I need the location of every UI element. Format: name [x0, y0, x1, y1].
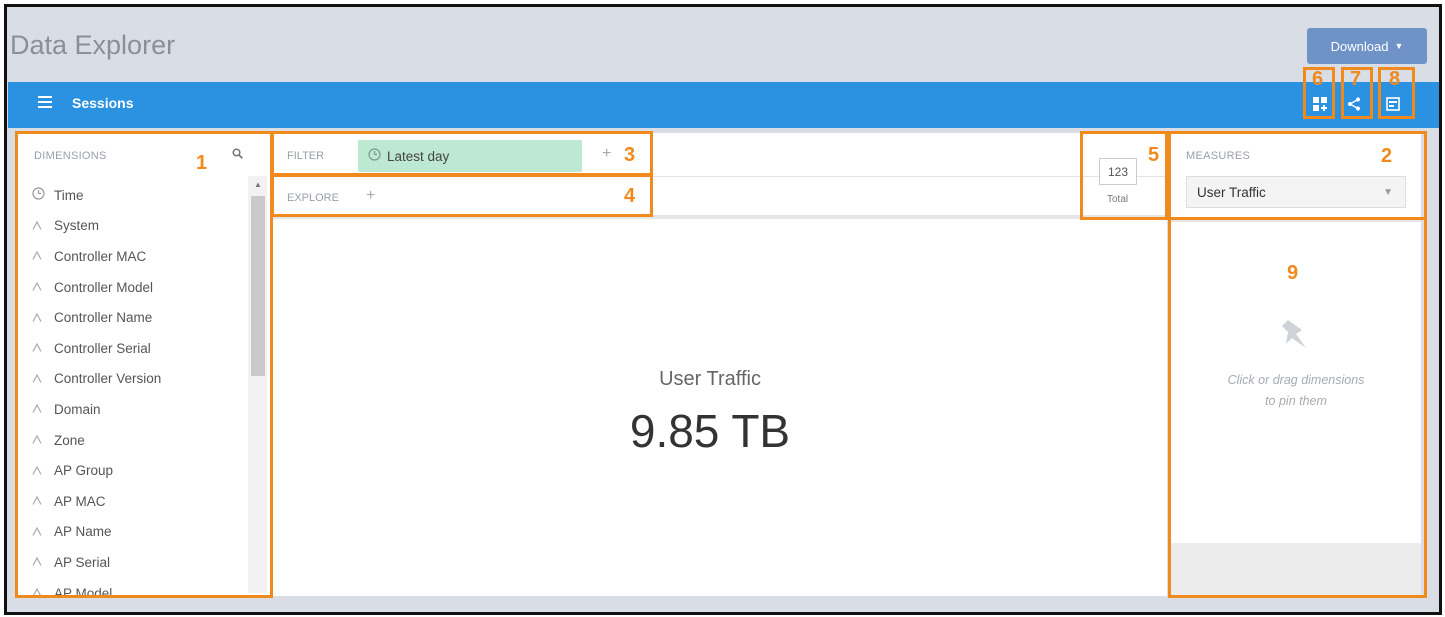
string-icon: [32, 525, 54, 539]
layout-icon[interactable]: [1382, 93, 1404, 115]
download-button[interactable]: Download ▼: [1307, 28, 1427, 64]
dimension-item-label: AP Name: [54, 524, 112, 540]
annotation-number-4: 4: [624, 185, 636, 207]
dimension-item-label: Zone: [54, 432, 85, 448]
explore-bar: [273, 177, 1167, 219]
string-icon: [32, 555, 54, 569]
add-filter-button[interactable]: +: [602, 145, 611, 163]
annotation-number-1: 1: [196, 152, 208, 174]
dimension-item-label: AP MAC: [54, 493, 106, 509]
page-title: Data Explorer: [10, 30, 176, 60]
dimension-item[interactable]: Controller Version: [32, 364, 244, 395]
download-label: Download: [1330, 38, 1389, 54]
dimension-item-label: Time: [54, 187, 84, 203]
dimension-item[interactable]: Controller Serial: [32, 333, 244, 364]
filter-chip-latest-day[interactable]: Latest day: [358, 140, 582, 172]
clock-icon: [368, 148, 381, 164]
string-icon: [32, 372, 54, 386]
dimension-item[interactable]: AP Group: [32, 455, 244, 486]
filter-chip-label: Latest day: [387, 148, 450, 164]
metric-label: User Traffic: [659, 368, 761, 390]
string-icon: [32, 464, 54, 478]
pinboard-hint-line1: Click or drag dimensions: [1227, 373, 1365, 387]
pin-icon: [1280, 318, 1310, 355]
filter-label: FILTER: [287, 150, 325, 162]
dimension-item-label: Controller Name: [54, 310, 153, 326]
dimensions-header: DIMENSIONS: [34, 150, 107, 162]
bottom-strip: [8, 596, 1439, 612]
annotation-number-6: 6: [1312, 68, 1324, 90]
measure-select-value: User Traffic: [1197, 184, 1266, 200]
string-icon: [32, 341, 54, 355]
measures-header: MEASURES: [1186, 150, 1251, 162]
dimension-item-label: Domain: [54, 401, 101, 417]
share-icon[interactable]: [1343, 93, 1365, 115]
explore-label: EXPLORE: [287, 192, 339, 204]
scrollbar-thumb[interactable]: [251, 196, 265, 376]
string-icon: [32, 402, 54, 416]
cube-title: Sessions: [72, 95, 134, 111]
dimension-item[interactable]: Domain: [32, 394, 244, 425]
string-icon: [32, 311, 54, 325]
scroll-up-icon[interactable]: ▲: [254, 180, 262, 189]
dimension-item[interactable]: Time: [32, 180, 244, 211]
dimension-item[interactable]: Controller MAC: [32, 241, 244, 272]
annotation-number-8: 8: [1389, 68, 1401, 90]
string-icon: [32, 280, 54, 294]
caret-down-icon: ▼: [1394, 41, 1404, 51]
dimension-item-label: Controller Model: [54, 279, 154, 295]
annotation-number-9: 9: [1287, 262, 1299, 284]
dimension-item-label: System: [54, 218, 100, 234]
string-icon: [32, 249, 54, 263]
dimension-item-label: Controller Serial: [54, 340, 151, 356]
pinboard-hint-line2: to pin them: [1265, 394, 1327, 408]
string-icon: [32, 494, 54, 508]
dimension-item[interactable]: Zone: [32, 425, 244, 456]
dimension-item[interactable]: AP Serial: [32, 547, 244, 578]
dimension-item[interactable]: Controller Name: [32, 302, 244, 333]
dimension-item-label: AP Serial: [54, 554, 111, 570]
top-bar: [8, 82, 1439, 128]
annotation-number-3: 3: [624, 144, 636, 166]
annotation-number-2: 2: [1381, 145, 1393, 167]
dimension-item[interactable]: AP MAC: [32, 486, 244, 517]
add-split-button[interactable]: +: [366, 187, 375, 205]
add-tile-icon[interactable]: [1309, 93, 1331, 115]
string-icon: [32, 433, 54, 447]
dimension-item-label: Controller Version: [54, 371, 162, 387]
measure-select[interactable]: User Traffic ▼: [1186, 176, 1406, 208]
pinboard-hint: Click or drag dimensions to pin them: [1200, 370, 1392, 412]
pinboard-footer: [1170, 543, 1421, 596]
dropdown-arrow-icon: ▼: [1383, 187, 1393, 198]
dimension-item[interactable]: Controller Model: [32, 272, 244, 303]
annotation-number-5: 5: [1148, 144, 1160, 166]
dimension-item-label: Controller MAC: [54, 248, 147, 264]
search-icon[interactable]: [232, 148, 243, 162]
annotation-number-7: 7: [1350, 68, 1362, 90]
metric-value: 9.85 TB: [629, 405, 791, 457]
dimension-item-label: AP Group: [54, 463, 114, 479]
dimension-item[interactable]: AP Name: [32, 517, 244, 548]
divider: [1170, 218, 1421, 222]
clock-icon: [32, 187, 54, 203]
dimension-item[interactable]: System: [32, 211, 244, 242]
visualization-label: Total: [1107, 194, 1129, 205]
dimension-list: Time System Controller MAC Controller Model…: [32, 180, 244, 608]
string-icon: [32, 219, 54, 233]
visualization-selector[interactable]: 123: [1099, 158, 1137, 185]
hamburger-menu-icon[interactable]: [38, 96, 52, 108]
